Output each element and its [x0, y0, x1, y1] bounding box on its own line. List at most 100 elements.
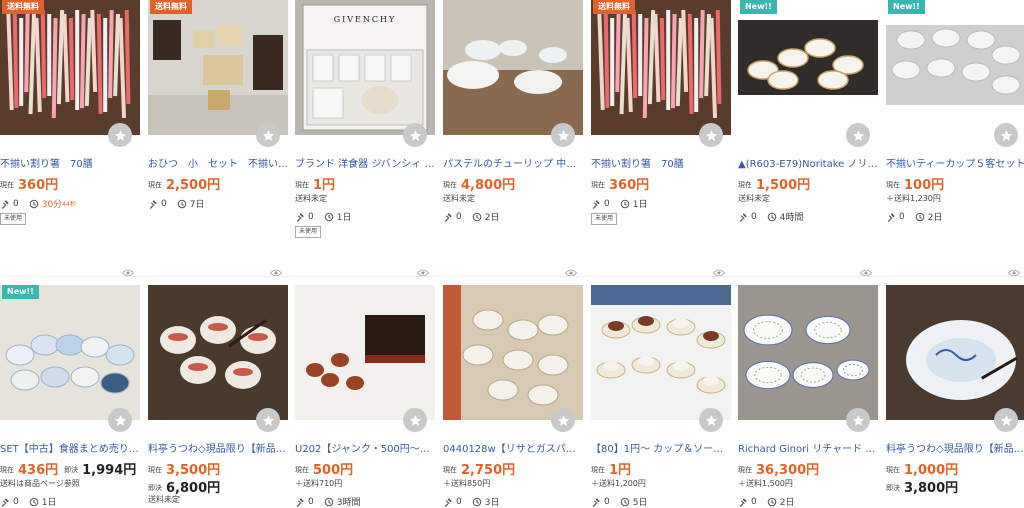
product-card[interactable]: 送料無料 おひつ 小 セット 不揃い … 現在 2,500円 0 7日 — [148, 0, 288, 277]
product-card[interactable]: 送料無料 不揃い割り箸 70膳 現在 360円 0 1日 未使用 — [591, 0, 731, 277]
product-card[interactable]: New!! SET【中古】食器まとめ売り メ… 現在 436円 即決 1,994円 送料は商… — [0, 285, 140, 508]
blue-dish-image[interactable] — [886, 285, 1024, 420]
eye-icon[interactable] — [269, 262, 283, 277]
current-price: 36,300円 — [756, 463, 820, 478]
eye-icon[interactable] — [712, 262, 726, 277]
watchlist-star-button[interactable] — [846, 123, 870, 147]
current-price-label: 現在 — [148, 181, 162, 189]
watchlist-star-button[interactable] — [551, 123, 575, 147]
item-title-link[interactable]: ▲(R603-E79)Noritake ノリタ… — [738, 155, 878, 170]
watchlist-star-button[interactable] — [699, 123, 723, 147]
star-icon — [705, 414, 718, 427]
wooden-boxes-image[interactable] — [148, 0, 288, 135]
buy-now-row: 即決 3,800円 — [886, 477, 958, 496]
plates-image[interactable] — [443, 0, 583, 135]
bid-time-info: 0 3時間 — [295, 495, 360, 508]
product-card[interactable]: 0440128w【リサとガスパール … 現在 2,750円＋送料850円 0 3日 — [443, 285, 583, 508]
cup-saucer-image[interactable] — [591, 285, 731, 420]
eye-icon[interactable] — [859, 262, 873, 277]
noritake-set-image[interactable] — [738, 0, 878, 135]
current-price-label: 現在 — [443, 181, 457, 189]
star-icon — [1000, 414, 1013, 427]
lisa-gaspard-image[interactable] — [443, 285, 583, 420]
brand-logo: GIVENCHY — [333, 15, 397, 24]
clock-icon — [472, 497, 485, 507]
chopsticks-image[interactable] — [0, 0, 140, 135]
watchlist-star-button[interactable] — [403, 408, 427, 432]
bid-time-info: 0 7日 — [148, 197, 204, 210]
product-card[interactable]: GIVENCHY ブランド 洋食器 ジバンシィ ド… 現在 1円 送料未定 0 1日 未使用 — [295, 0, 435, 277]
lidded-bowls-image[interactable] — [148, 285, 288, 420]
star-icon — [262, 414, 275, 427]
bowls-set-image[interactable] — [0, 285, 140, 420]
bid-time-info: 0 3日 — [443, 495, 499, 508]
condition-tag: 未使用 — [295, 226, 322, 238]
watchlist-star-button[interactable] — [994, 408, 1018, 432]
item-title-link[interactable]: 不揃い割り箸 70膳 — [0, 155, 140, 170]
eye-icon[interactable] — [564, 262, 578, 277]
clock-icon — [620, 497, 633, 507]
watchlist-star-button[interactable] — [403, 123, 427, 147]
product-card[interactable]: 送料無料 不揃い割り箸 70膳 現在 360円 0 30分 44秒 未使用 — [0, 0, 140, 277]
bid-count: 0 — [161, 198, 167, 209]
lacquerware-image[interactable] — [295, 285, 435, 420]
chopsticks-image[interactable] — [591, 0, 731, 135]
item-title-link[interactable]: Richard Ginori リチャード ジノ… — [738, 440, 878, 455]
item-title-link[interactable]: 不揃い割り箸 70膳 — [591, 155, 731, 170]
product-card[interactable]: 【80】1円〜 カップ＆ソーサー … 現在 1円 ＋送料1,200円 0 5日 — [591, 285, 731, 508]
product-card[interactable]: 料亭うつわ◇現品限り【新品・… 即決 6,800円 現在 3,500円 送料未定 — [148, 285, 288, 508]
bid-time-info: 0 1日 — [591, 197, 647, 210]
watchlist-star-button[interactable] — [846, 408, 870, 432]
product-card[interactable]: New!! ▲(R603-E79)Noritake ノリタ… 現在 1,500円 送料未… — [738, 0, 878, 277]
price-row: 現在 360円 — [0, 174, 64, 193]
watchlist-star-button[interactable] — [994, 123, 1018, 147]
teacups-image[interactable] — [886, 0, 1024, 135]
item-title-link[interactable]: 0440128w【リサとガスパール … — [443, 440, 583, 455]
shipping-info: 送料未定 — [443, 194, 475, 203]
product-card[interactable]: Richard Ginori リチャード ジノ… 現在 36,300円＋送料1,50… — [738, 285, 878, 508]
bid-count: 0 — [604, 496, 610, 507]
time-remaining: 1日 — [41, 498, 57, 508]
item-title-link[interactable]: パステルのチューリップ 中古枚… — [443, 155, 583, 170]
current-price: 1円 — [609, 463, 632, 478]
price-row: 現在 436円 即決 1,994円 — [0, 459, 137, 478]
item-title-link[interactable]: おひつ 小 セット 不揃い … — [148, 155, 288, 170]
gavel-icon — [443, 497, 456, 507]
item-title-link[interactable]: 料亭うつわ◇現品限り【新品×… — [886, 440, 1024, 455]
watchlist-star-button[interactable] — [108, 408, 132, 432]
bid-count: 0 — [456, 496, 462, 507]
eye-icon[interactable] — [121, 262, 135, 277]
current-price-label: 現在 — [295, 466, 309, 474]
free-shipping-badge: 送料無料 — [593, 0, 635, 14]
item-title-link[interactable]: 不揃いティーカップ５客セット — [886, 155, 1024, 170]
ginori-plates-image[interactable] — [738, 285, 878, 420]
time-remaining: 2日 — [484, 213, 500, 223]
clock-icon — [324, 212, 337, 222]
product-card[interactable]: U202【ジャンク・500円〜】会… 現在 500円 ＋送料710円 0 3時間 — [295, 285, 435, 508]
item-title-link[interactable]: 料亭うつわ◇現品限り【新品・… — [148, 440, 288, 455]
givenchy-box-image[interactable]: GIVENCHY — [295, 0, 435, 135]
watchlist-star-button[interactable] — [551, 408, 575, 432]
eye-icon[interactable] — [1007, 262, 1021, 277]
watchlist-star-button[interactable] — [256, 123, 280, 147]
clock-icon — [620, 199, 633, 209]
watchlist-star-button[interactable] — [256, 408, 280, 432]
item-title-link[interactable]: SET【中古】食器まとめ売り メ… — [0, 440, 140, 455]
gavel-icon — [738, 497, 751, 507]
buy-now-price: 1,994円 — [82, 463, 137, 478]
eye-icon[interactable] — [416, 262, 430, 277]
watchlist-star-button[interactable] — [699, 408, 723, 432]
item-title-link[interactable]: ブランド 洋食器 ジバンシィ ド… — [295, 155, 435, 170]
product-card[interactable]: 料亭うつわ◇現品限り【新品×… 即決 3,800円 現在 1,000円 — [886, 285, 1024, 508]
watchlist-star-button[interactable] — [108, 123, 132, 147]
gavel-icon — [886, 212, 899, 222]
buy-now-label: 即決 — [886, 484, 900, 492]
time-remaining: 3時間 — [336, 498, 361, 508]
star-icon — [409, 129, 422, 142]
free-shipping-badge: 送料無料 — [2, 0, 44, 14]
item-title-link[interactable]: 【80】1円〜 カップ＆ソーサー … — [591, 440, 731, 455]
product-card[interactable]: パステルのチューリップ 中古枚… 現在 4,800円 送料未定 0 2日 — [443, 0, 583, 277]
item-title-link[interactable]: U202【ジャンク・500円〜】会… — [295, 440, 435, 455]
product-card[interactable]: New!! 不揃いティーカップ５客セット 現在 100円 ＋送料1,230円 0 2日 — [886, 0, 1024, 277]
current-price-label: 現在 — [886, 466, 900, 474]
